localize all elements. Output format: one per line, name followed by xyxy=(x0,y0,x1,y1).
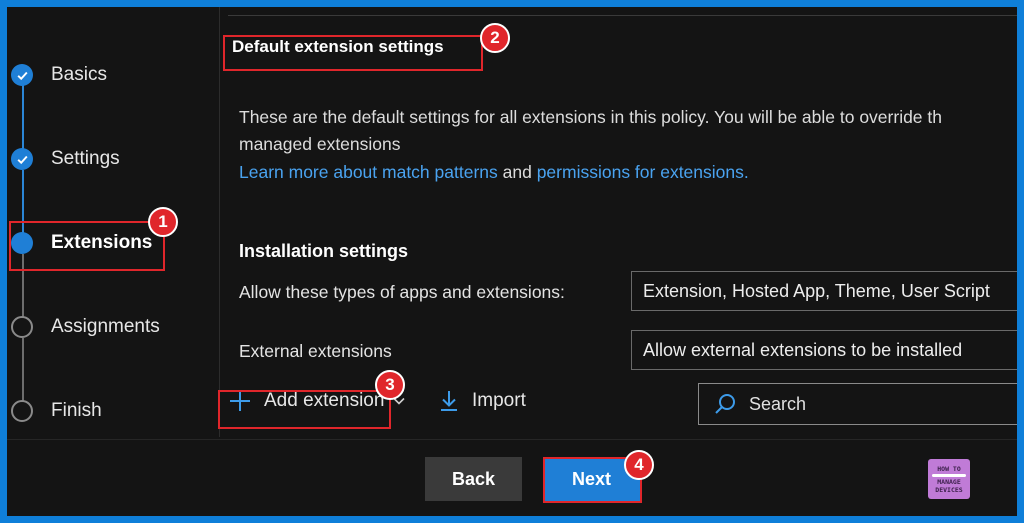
allow-types-dropdown[interactable]: Extension, Hosted App, Theme, User Scrip… xyxy=(631,271,1017,311)
add-extension-label: Add extension xyxy=(264,390,385,411)
logo-text: HOW TO xyxy=(937,464,961,473)
external-extensions-dropdown[interactable]: Allow external extensions to be installe… xyxy=(631,330,1017,370)
permissions-link[interactable]: permissions for extensions. xyxy=(537,162,749,182)
step-extensions[interactable]: Extensions xyxy=(11,228,152,258)
step-connector xyxy=(22,170,24,236)
wizard-frame: Basics Settings Extensions Assignments F… xyxy=(7,7,1017,516)
step-settings[interactable]: Settings xyxy=(11,144,120,174)
match-patterns-link[interactable]: Learn more about match patterns xyxy=(239,162,498,182)
back-button[interactable]: Back xyxy=(425,457,522,501)
content-divider xyxy=(228,15,1017,16)
callout-badge: 1 xyxy=(148,207,178,237)
logo-text: DEVICES xyxy=(935,485,963,494)
logo-bar xyxy=(932,473,966,477)
import-label: Import xyxy=(472,390,526,411)
step-label: Finish xyxy=(51,400,102,421)
installation-settings-title: Installation settings xyxy=(239,241,409,261)
callout-badge: 3 xyxy=(375,370,405,400)
checkmark-icon xyxy=(11,148,33,170)
step-finish[interactable]: Finish xyxy=(11,396,102,426)
how-to-manage-devices-logo: HOW TO MANAGE DEVICES xyxy=(928,459,970,499)
content-pane: Default extension settings These are the… xyxy=(220,7,1017,372)
description: These are the default settings for all e… xyxy=(239,104,1017,158)
callout-badge: 2 xyxy=(480,23,510,53)
step-connector xyxy=(22,338,24,404)
empty-circle-icon xyxy=(11,400,33,422)
learn-more-links: Learn more about match patterns and perm… xyxy=(239,162,749,183)
step-connector xyxy=(22,85,24,153)
step-label: Settings xyxy=(51,148,120,169)
step-label: Basics xyxy=(51,64,107,85)
description-line: managed extensions xyxy=(239,134,401,154)
import-button[interactable]: Import xyxy=(438,389,526,413)
current-step-icon xyxy=(11,232,33,254)
step-label: Assignments xyxy=(51,316,160,337)
logo-text: MANAGE xyxy=(937,477,961,486)
link-joiner: and xyxy=(497,162,537,182)
step-assignments[interactable]: Assignments xyxy=(11,312,160,342)
plus-icon xyxy=(228,389,252,413)
description-line: These are the default settings for all e… xyxy=(239,107,942,127)
search-input[interactable]: Search xyxy=(698,383,1017,425)
external-extensions-label: External extensions xyxy=(239,341,392,361)
step-label: Extensions xyxy=(51,232,153,253)
footer-divider xyxy=(7,439,1017,440)
extensions-toolbar: Add extension Import Search xyxy=(220,379,1017,429)
search-icon xyxy=(713,392,737,416)
section-title: Default extension settings xyxy=(232,37,444,56)
allow-types-label: Allow these types of apps and extensions… xyxy=(239,282,565,302)
download-icon xyxy=(438,389,460,413)
search-placeholder: Search xyxy=(749,393,807,414)
step-connector xyxy=(22,254,24,320)
callout-badge: 4 xyxy=(624,450,654,480)
step-basics[interactable]: Basics xyxy=(11,60,107,90)
wizard-stepper: Basics Settings Extensions Assignments F… xyxy=(7,7,217,437)
checkmark-icon xyxy=(11,64,33,86)
empty-circle-icon xyxy=(11,316,33,338)
